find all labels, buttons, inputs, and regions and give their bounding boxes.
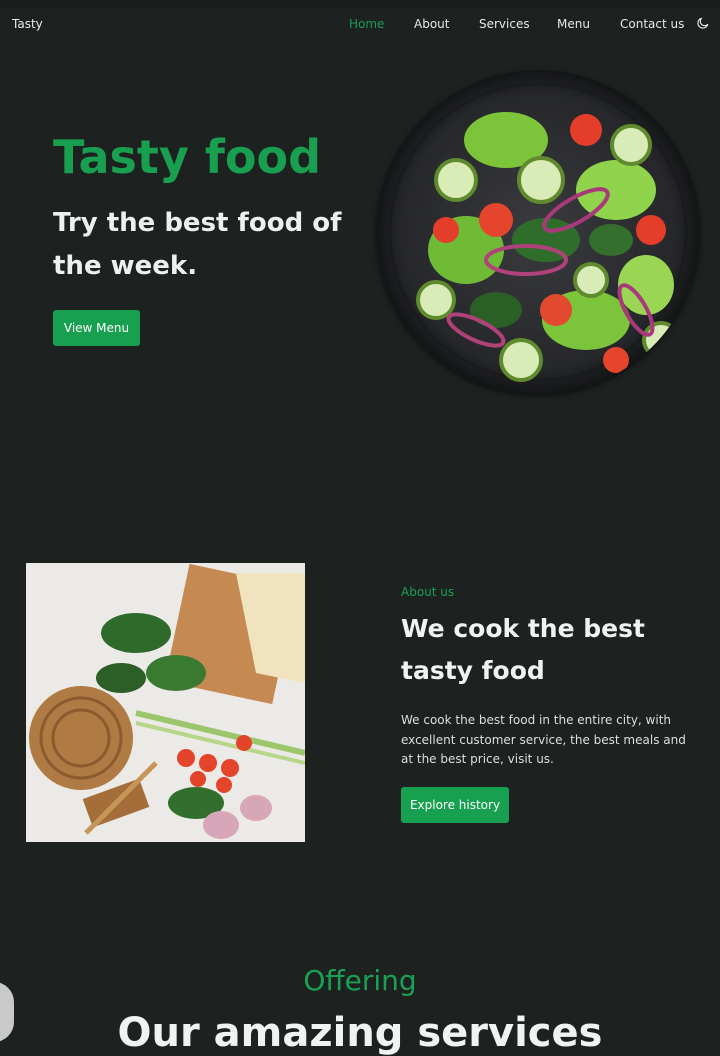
nav-services[interactable]: Services <box>479 17 530 31</box>
hero-title: Tasty food <box>53 130 322 184</box>
navbar-top-strip <box>0 0 720 9</box>
moon-icon[interactable] <box>696 16 710 30</box>
top-navbar: Tasty Home About Services Menu Contact u… <box>0 0 720 48</box>
view-menu-button[interactable]: View Menu <box>53 310 140 346</box>
about-description: We cook the best food in the entire city… <box>401 713 686 766</box>
nav-menu[interactable]: Menu <box>557 17 590 31</box>
explore-history-button[interactable]: Explore history <box>401 787 509 823</box>
ingredients-image <box>26 563 305 842</box>
nav-contact[interactable]: Contact us <box>620 17 684 31</box>
nav-about[interactable]: About <box>414 17 449 31</box>
brand-logo[interactable]: Tasty <box>12 17 43 31</box>
salad-plate-image <box>376 70 700 394</box>
about-title: We cook the best tasty food <box>401 614 645 685</box>
about-kicker: About us <box>401 585 455 599</box>
hero-subtitle: Try the best food of the week. <box>53 208 342 281</box>
nav-home[interactable]: Home <box>349 17 384 31</box>
offering-title: Our amazing services <box>117 1010 603 1056</box>
offering-kicker: Offering <box>303 964 417 997</box>
